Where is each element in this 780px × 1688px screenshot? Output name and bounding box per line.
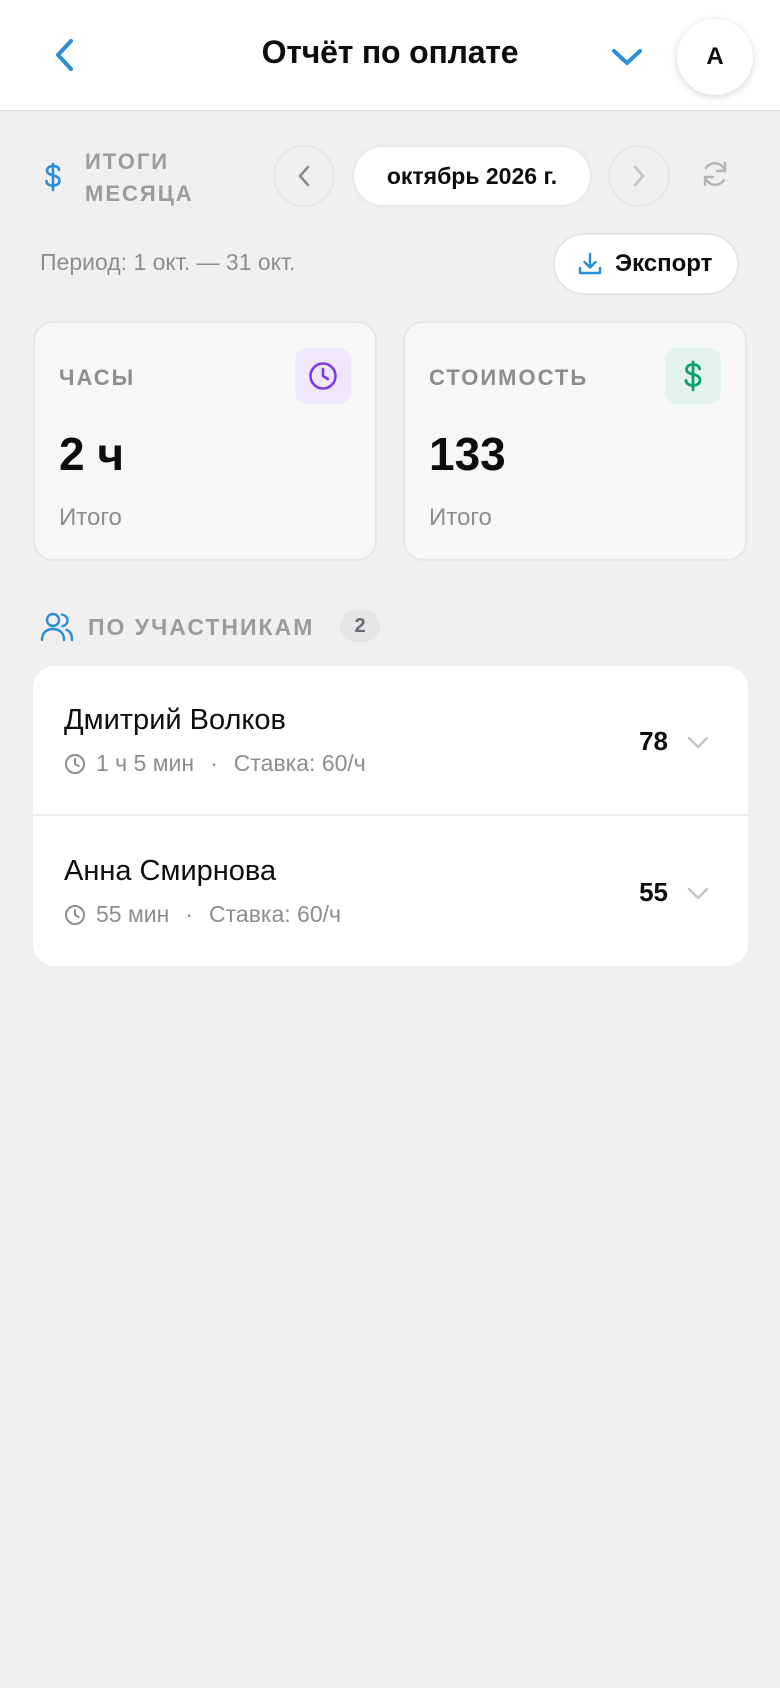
meta-separator: ·	[210, 750, 218, 776]
users-icon	[40, 612, 74, 642]
chevron-right-icon	[633, 165, 645, 187]
cost-card: СТОИМОСТЬ 133 Итого	[403, 321, 747, 561]
hours-value: 2 ч	[59, 428, 125, 480]
cost-label: СТОИМОСТЬ	[429, 365, 589, 390]
dollar-icon	[684, 360, 702, 392]
participants-list: Дмитрий Волков 1 ч 5 мин · Ставка: 60/ч …	[33, 666, 748, 966]
month-summary-label: ИТОГИ МЕСЯЦА	[85, 149, 194, 206]
participant-name: Дмитрий Волков	[64, 704, 286, 736]
chevron-down-icon[interactable]	[684, 728, 712, 756]
cost-value: 133	[429, 428, 506, 480]
participant-duration: 55 мин	[96, 901, 170, 927]
participants-section-header: ПО УЧАСТНИКАМ 2	[40, 608, 740, 648]
participant-row[interactable]: Анна Смирнова 55 мин · Ставка: 60/ч 55	[33, 817, 748, 966]
prev-month-button[interactable]	[273, 145, 335, 207]
month-selector[interactable]: октябрь 2026 г.	[352, 145, 592, 207]
clock-badge	[295, 348, 351, 404]
participants-count-badge: 2	[340, 610, 380, 642]
hours-subtitle: Итого	[59, 504, 122, 531]
chevron-left-icon	[298, 165, 310, 187]
dropdown-button[interactable]	[602, 32, 652, 82]
chevron-down-icon[interactable]	[684, 879, 712, 907]
page-title: Отчёт по оплате	[261, 34, 519, 70]
clock-icon	[309, 362, 337, 390]
participant-amount: 55	[639, 877, 668, 907]
participant-duration: 1 ч 5 мин	[96, 750, 195, 776]
participant-amount: 78	[639, 726, 668, 756]
hours-label: ЧАСЫ	[59, 365, 136, 390]
participant-row[interactable]: Дмитрий Волков 1 ч 5 мин · Ставка: 60/ч …	[33, 666, 748, 816]
participant-rate: Ставка: 60/ч	[233, 750, 366, 776]
refresh-button[interactable]	[695, 154, 735, 194]
participants-title: ПО УЧАСТНИКАМ	[88, 614, 315, 640]
clock-icon	[65, 753, 85, 774]
clock-icon	[65, 904, 85, 925]
participant-name: Анна Смирнова	[64, 855, 277, 887]
top-bar: Отчёт по оплате А	[0, 0, 780, 111]
meta-separator: ·	[185, 901, 194, 927]
participant-meta: 55 мин · Ставка: 60/ч	[64, 901, 341, 928]
refresh-icon	[703, 161, 727, 187]
participant-meta: 1 ч 5 мин · Ставка: 60/ч	[64, 750, 366, 777]
export-button[interactable]: Экспорт	[553, 233, 739, 295]
next-month-button[interactable]	[608, 145, 670, 207]
participant-rate: Ставка: 60/ч	[209, 901, 342, 927]
month-summary-bar: ИТОГИ МЕСЯЦА октябрь 2026 г.	[0, 140, 780, 210]
cost-subtitle: Итого	[429, 504, 492, 531]
dollar-badge	[665, 348, 721, 404]
hours-card: ЧАСЫ 2 ч Итого	[33, 321, 377, 561]
chevron-down-icon	[612, 49, 642, 65]
export-label: Экспорт	[615, 250, 713, 277]
avatar[interactable]: А	[677, 19, 753, 95]
download-icon	[578, 252, 602, 275]
dollar-icon	[45, 162, 61, 192]
period-range: Период: 1 окт. — 31 окт.	[40, 249, 296, 275]
